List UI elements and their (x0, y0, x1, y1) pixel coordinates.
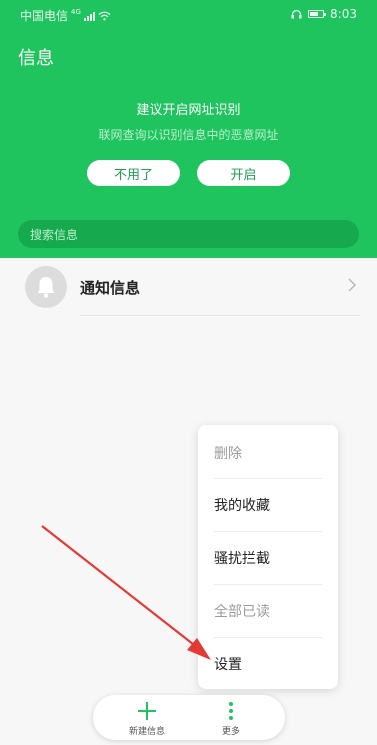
annotation-arrow (41, 525, 211, 660)
new-message-button[interactable]: 新建信息 (117, 699, 177, 739)
more-label: 更多 (221, 727, 240, 737)
plus-icon (138, 702, 156, 720)
new-message-label: 新建信息 (128, 727, 165, 737)
more-button[interactable]: 更多 (201, 699, 261, 739)
bottom-bar: 新建信息 更多 (93, 695, 285, 740)
more-vertical-icon (229, 702, 233, 720)
